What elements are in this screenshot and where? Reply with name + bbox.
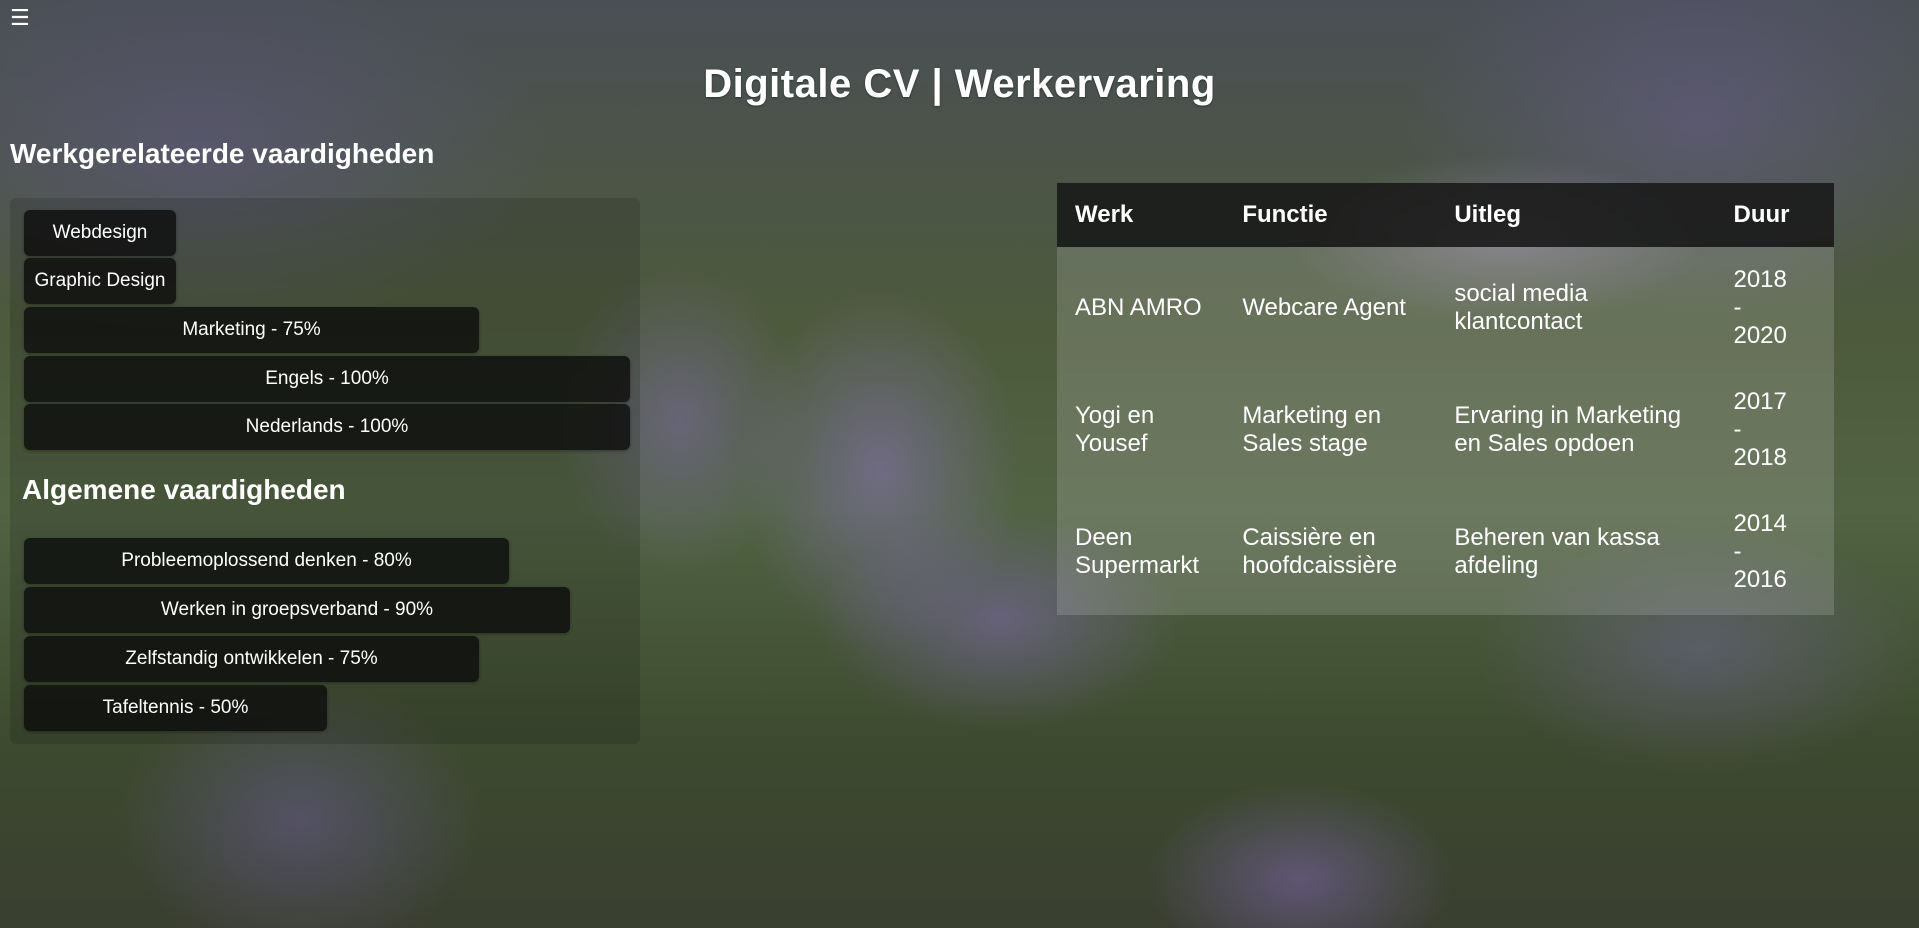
cell-duur: 2014 - 2016	[1715, 491, 1834, 613]
skill-bar-nederlands: Nederlands - 100%	[24, 404, 630, 450]
duur-end: 2016	[1733, 566, 1787, 593]
table-row: Deen Supermarkt Caissière en hoofdcaissi…	[1057, 491, 1834, 613]
cell-werk: Yogi en Yousef	[1075, 402, 1155, 457]
cell-functie: Marketing en Sales stage	[1242, 402, 1382, 457]
duur-separator: -	[1733, 416, 1742, 443]
duur-start: 2014	[1733, 510, 1787, 537]
cell-uitleg: Beheren van kassa afdeling	[1454, 524, 1660, 579]
skill-bar-webdesign: Webdesign	[24, 210, 176, 256]
page-title: Digitale CV | Werkervaring	[703, 62, 1216, 106]
table-row: Yogi en Yousef Marketing en Sales stage …	[1057, 369, 1834, 491]
page-body: { "menu": { "icon": "hamburger-menu-icon…	[0, 0, 1919, 928]
duur-start: 2018	[1733, 266, 1787, 293]
skill-bar-graphic-design: Graphic Design	[24, 258, 176, 304]
skill-bar-zelfstandig: Zelfstandig ontwikkelen - 75%	[24, 636, 479, 682]
cell-duur: 2017 - 2018	[1715, 369, 1834, 491]
skill-bar-groepsverband: Werken in groepsverband - 90%	[24, 587, 570, 633]
header-duur: Duur	[1733, 201, 1790, 228]
cell-uitleg: social media klantcontact	[1454, 280, 1588, 335]
cell-werk: Deen Supermarkt	[1075, 524, 1200, 579]
duur-separator: -	[1733, 294, 1742, 321]
cell-functie: Caissière en hoofdcaissière	[1242, 524, 1398, 579]
cell-werk: ABN AMRO	[1075, 294, 1202, 321]
duur-end: 2020	[1733, 322, 1787, 349]
skills-panel: Webdesign Graphic Design Marketing - 75%…	[10, 198, 640, 744]
cell-duur: 2018 - 2020	[1715, 247, 1834, 369]
cell-uitleg: Ervaring in Marketing en Sales opdoen	[1454, 402, 1682, 457]
header-uitleg: Uitleg	[1454, 201, 1521, 228]
skill-bar-marketing: Marketing - 75%	[24, 307, 479, 353]
table-row: ABN AMRO Webcare Agent social media klan…	[1057, 247, 1834, 369]
cell-functie: Webcare Agent	[1242, 294, 1406, 321]
table-header-row: Werk Functie Uitleg Duur	[1057, 183, 1834, 247]
duur-separator: -	[1733, 538, 1742, 565]
duur-start: 2017	[1733, 388, 1787, 415]
work-experience-table: Werk Functie Uitleg Duur ABN AMRO Webcar…	[1057, 183, 1834, 613]
header-functie: Functie	[1242, 201, 1328, 228]
header-werk: Werk	[1075, 201, 1134, 228]
skill-bar-probleemoplossend: Probleemoplossend denken - 80%	[24, 538, 509, 584]
work-experience-table-container: Werk Functie Uitleg Duur ABN AMRO Webcar…	[1057, 183, 1834, 615]
general-skills-title: Algemene vaardigheden	[22, 474, 346, 505]
hamburger-menu-icon[interactable]: ☰	[10, 4, 30, 32]
duur-end: 2018	[1733, 444, 1787, 471]
skill-bar-tafeltennis: Tafeltennis - 50%	[24, 685, 327, 731]
work-skills-title: Werkgerelateerde vaardigheden	[10, 138, 435, 169]
skill-bar-engels: Engels - 100%	[24, 356, 630, 402]
